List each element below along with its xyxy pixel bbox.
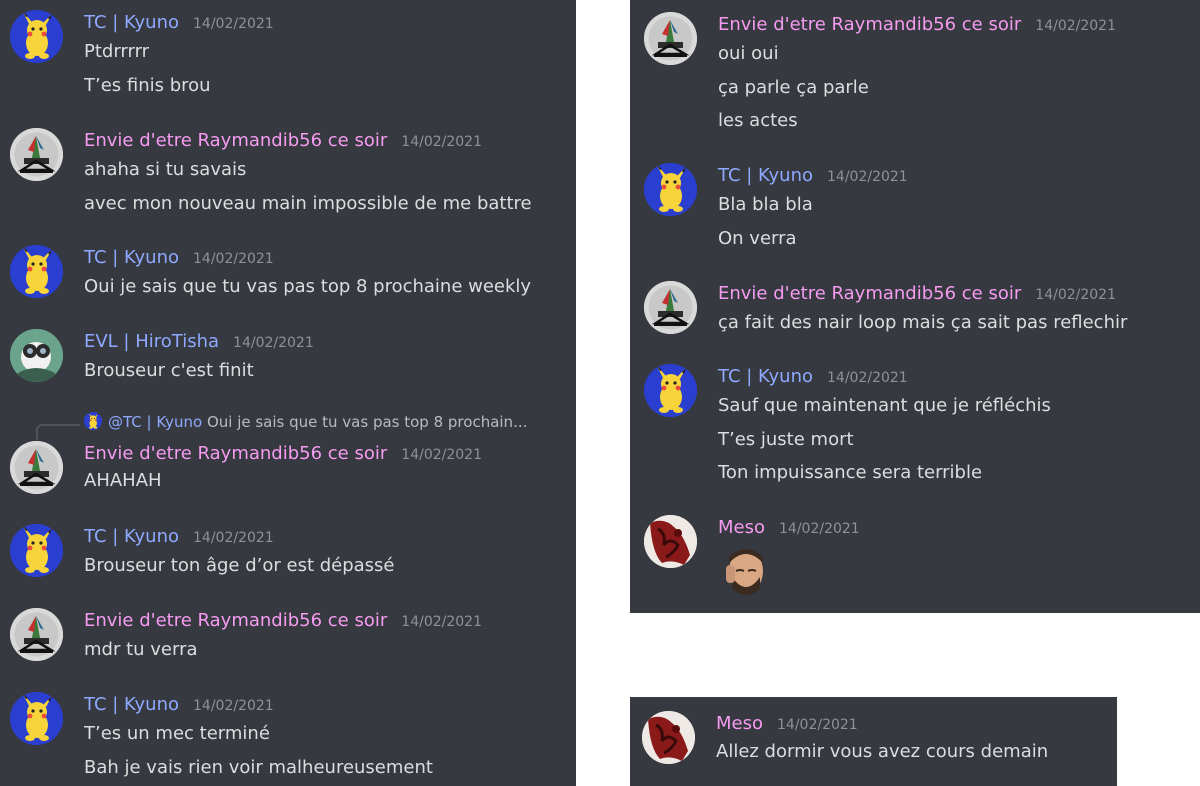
pikachu-avatar-icon[interactable] <box>10 10 63 63</box>
timestamp: 14/02/2021 <box>193 16 274 32</box>
meso-avatar-icon[interactable] <box>642 711 695 764</box>
timestamp: 14/02/2021 <box>401 614 482 630</box>
message-text: Sauf que maintenant que je réfléchis <box>718 395 1051 416</box>
chat-panel-bottom: Meso 14/02/2021 Allez dormir vous avez co… <box>630 697 1117 786</box>
reply-preview[interactable]: @TC | Kyuno Oui je sais que tu vas pas t… <box>84 412 527 431</box>
raymandib-avatar-icon[interactable] <box>644 12 697 65</box>
author-name[interactable]: EVL | HiroTisha <box>84 331 219 352</box>
reply-spine <box>36 424 80 440</box>
message-text: AHAHAH <box>84 470 162 491</box>
raymandib-avatar-icon[interactable] <box>10 441 63 494</box>
message-text: T’es un mec terminé <box>84 723 270 744</box>
author-name[interactable]: Envie d'etre Raymandib56 ce soir <box>84 610 387 631</box>
timestamp: 14/02/2021 <box>827 370 908 386</box>
message-text: oui oui <box>718 43 779 64</box>
message-text: T’es finis brou <box>84 75 211 96</box>
timestamp: 14/02/2021 <box>779 521 860 537</box>
timestamp: 14/02/2021 <box>827 169 908 185</box>
raymandib-avatar-icon[interactable] <box>644 281 697 334</box>
message: Meso 14/02/2021 <box>630 515 1200 605</box>
author-name[interactable]: TC | Kyuno <box>84 526 179 547</box>
timestamp: 14/02/2021 <box>233 335 314 351</box>
hirotisha-avatar-icon[interactable] <box>10 329 63 382</box>
message-text: T’es juste mort <box>718 429 854 450</box>
raymandib-avatar-icon[interactable] <box>10 128 63 181</box>
timestamp: 14/02/2021 <box>401 134 482 150</box>
message-text: Bla bla bla <box>718 194 813 215</box>
message-text: Oui je sais que tu vas pas top 8 prochai… <box>84 276 532 297</box>
message-text: Ptdrrrrr <box>84 41 150 62</box>
pikachu-avatar-icon[interactable] <box>644 364 697 417</box>
pikachu-avatar-icon[interactable] <box>644 163 697 216</box>
timestamp: 14/02/2021 <box>401 447 482 463</box>
pikachu-avatar-icon[interactable] <box>10 524 63 577</box>
timestamp: 14/02/2021 <box>1035 287 1116 303</box>
message-text: Allez dormir vous avez cours demain <box>716 741 1049 762</box>
reply-mention[interactable]: @TC | Kyuno <box>108 413 202 431</box>
pikachu-avatar-icon[interactable] <box>10 692 63 745</box>
timestamp: 14/02/2021 <box>777 717 858 733</box>
timestamp: 14/02/2021 <box>193 698 274 714</box>
author-name[interactable]: Meso <box>716 713 763 734</box>
timestamp: 14/02/2021 <box>193 530 274 546</box>
message-text: avec mon nouveau main impossible de me b… <box>84 193 532 214</box>
message-text: ahaha si tu savais <box>84 159 247 180</box>
message-text: Bah je vais rien voir malheureusement <box>84 757 433 778</box>
meso-avatar-icon[interactable] <box>644 515 697 568</box>
message-text: mdr tu verra <box>84 639 198 660</box>
author-name[interactable]: Envie d'etre Raymandib56 ce soir <box>718 14 1021 35</box>
chat-panel-left: TC | Kyuno 14/02/2021 Ptdrrrrr T’es finis… <box>0 0 576 786</box>
message-text: Brouseur ton âge d’or est dépassé <box>84 555 395 576</box>
author-name[interactable]: TC | Kyuno <box>84 247 179 268</box>
timestamp: 14/02/2021 <box>193 251 274 267</box>
author-name[interactable]: TC | Kyuno <box>718 165 813 186</box>
message-text: On verra <box>718 228 797 249</box>
message-text: les actes <box>718 110 798 131</box>
author-name[interactable]: Envie d'etre Raymandib56 ce soir <box>84 130 387 151</box>
custom-emoji-face[interactable] <box>724 545 768 597</box>
message-text: Brouseur c'est finit <box>84 360 254 381</box>
author-name[interactable]: Envie d'etre Raymandib56 ce soir <box>718 283 1021 304</box>
author-name[interactable]: Meso <box>718 517 765 538</box>
author-name[interactable]: Envie d'etre Raymandib56 ce soir <box>84 443 387 464</box>
message-text: Ton impuissance sera terrible <box>718 462 983 483</box>
reply-text: Oui je sais que tu vas pas top 8 prochai… <box>206 413 528 431</box>
message-text: ça parle ça parle <box>718 77 869 98</box>
timestamp: 14/02/2021 <box>1035 18 1116 34</box>
author-name[interactable]: TC | Kyuno <box>84 694 179 715</box>
message-text: ça fait des nair loop mais ça sait pas r… <box>718 312 1128 333</box>
pikachu-avatar-icon[interactable] <box>10 245 63 298</box>
pikachu-mini-avatar-icon <box>84 412 102 430</box>
author-name[interactable]: TC | Kyuno <box>84 12 179 33</box>
raymandib-avatar-icon[interactable] <box>10 608 63 661</box>
chat-panel-right: Envie d'etre Raymandib56 ce soir 14/02/20… <box>630 0 1200 613</box>
author-name[interactable]: TC | Kyuno <box>718 366 813 387</box>
